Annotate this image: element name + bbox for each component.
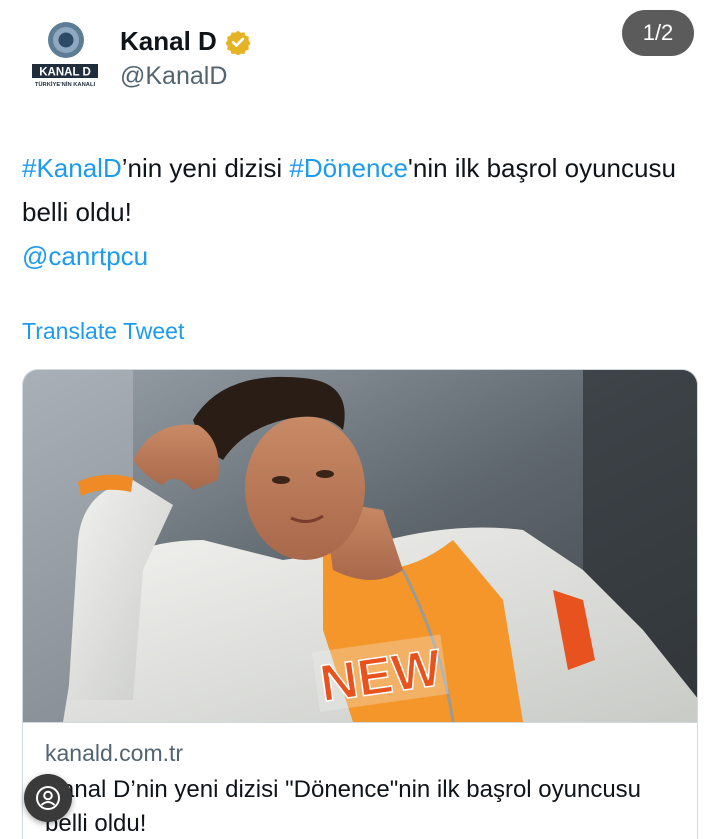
name-row: Kanal D bbox=[120, 26, 251, 57]
tweet-header: KANAL D TÜRKİYE'NİN KANALI Kanal D @Kana… bbox=[0, 0, 707, 110]
kanal-d-logo-avatar[interactable]: KANAL D TÜRKİYE'NİN KANALI bbox=[26, 18, 104, 90]
display-name[interactable]: Kanal D bbox=[120, 26, 217, 57]
hashtag-kanald-link[interactable]: #KanalD bbox=[22, 153, 122, 183]
tweet-text: #KanalD’nin yeni dizisi #Dönence'nin ilk… bbox=[22, 146, 702, 278]
mention-link[interactable]: @canrtpcu bbox=[22, 241, 148, 271]
account-handle[interactable]: @KanalD bbox=[120, 62, 227, 91]
card-divider bbox=[23, 722, 697, 723]
logo-wordmark: KANAL D bbox=[39, 67, 91, 79]
user-profile-icon bbox=[36, 786, 60, 810]
card-domain: kanald.com.tr bbox=[45, 740, 184, 766]
card-image[interactable]: NEW bbox=[23, 370, 698, 722]
hashtag-donence-link[interactable]: #Dönence bbox=[289, 153, 408, 183]
verified-badge-icon bbox=[225, 30, 251, 55]
logo-tagline: TÜRKİYE'NİN KANALI bbox=[35, 81, 96, 88]
profile-switch-button[interactable] bbox=[24, 774, 72, 822]
translate-tweet-link[interactable]: Translate Tweet bbox=[22, 318, 184, 345]
card-title[interactable]: Kanal D’nin yeni dizisi "Dönence"nin ilk… bbox=[45, 773, 685, 839]
link-preview-card[interactable]: NEW kanald.com.tr Kanal D’nin yeni dizis… bbox=[22, 369, 698, 839]
media-counter-badge: 1/2 bbox=[622, 10, 694, 56]
tweet-text-part: ’nin yeni dizisi bbox=[121, 153, 290, 183]
